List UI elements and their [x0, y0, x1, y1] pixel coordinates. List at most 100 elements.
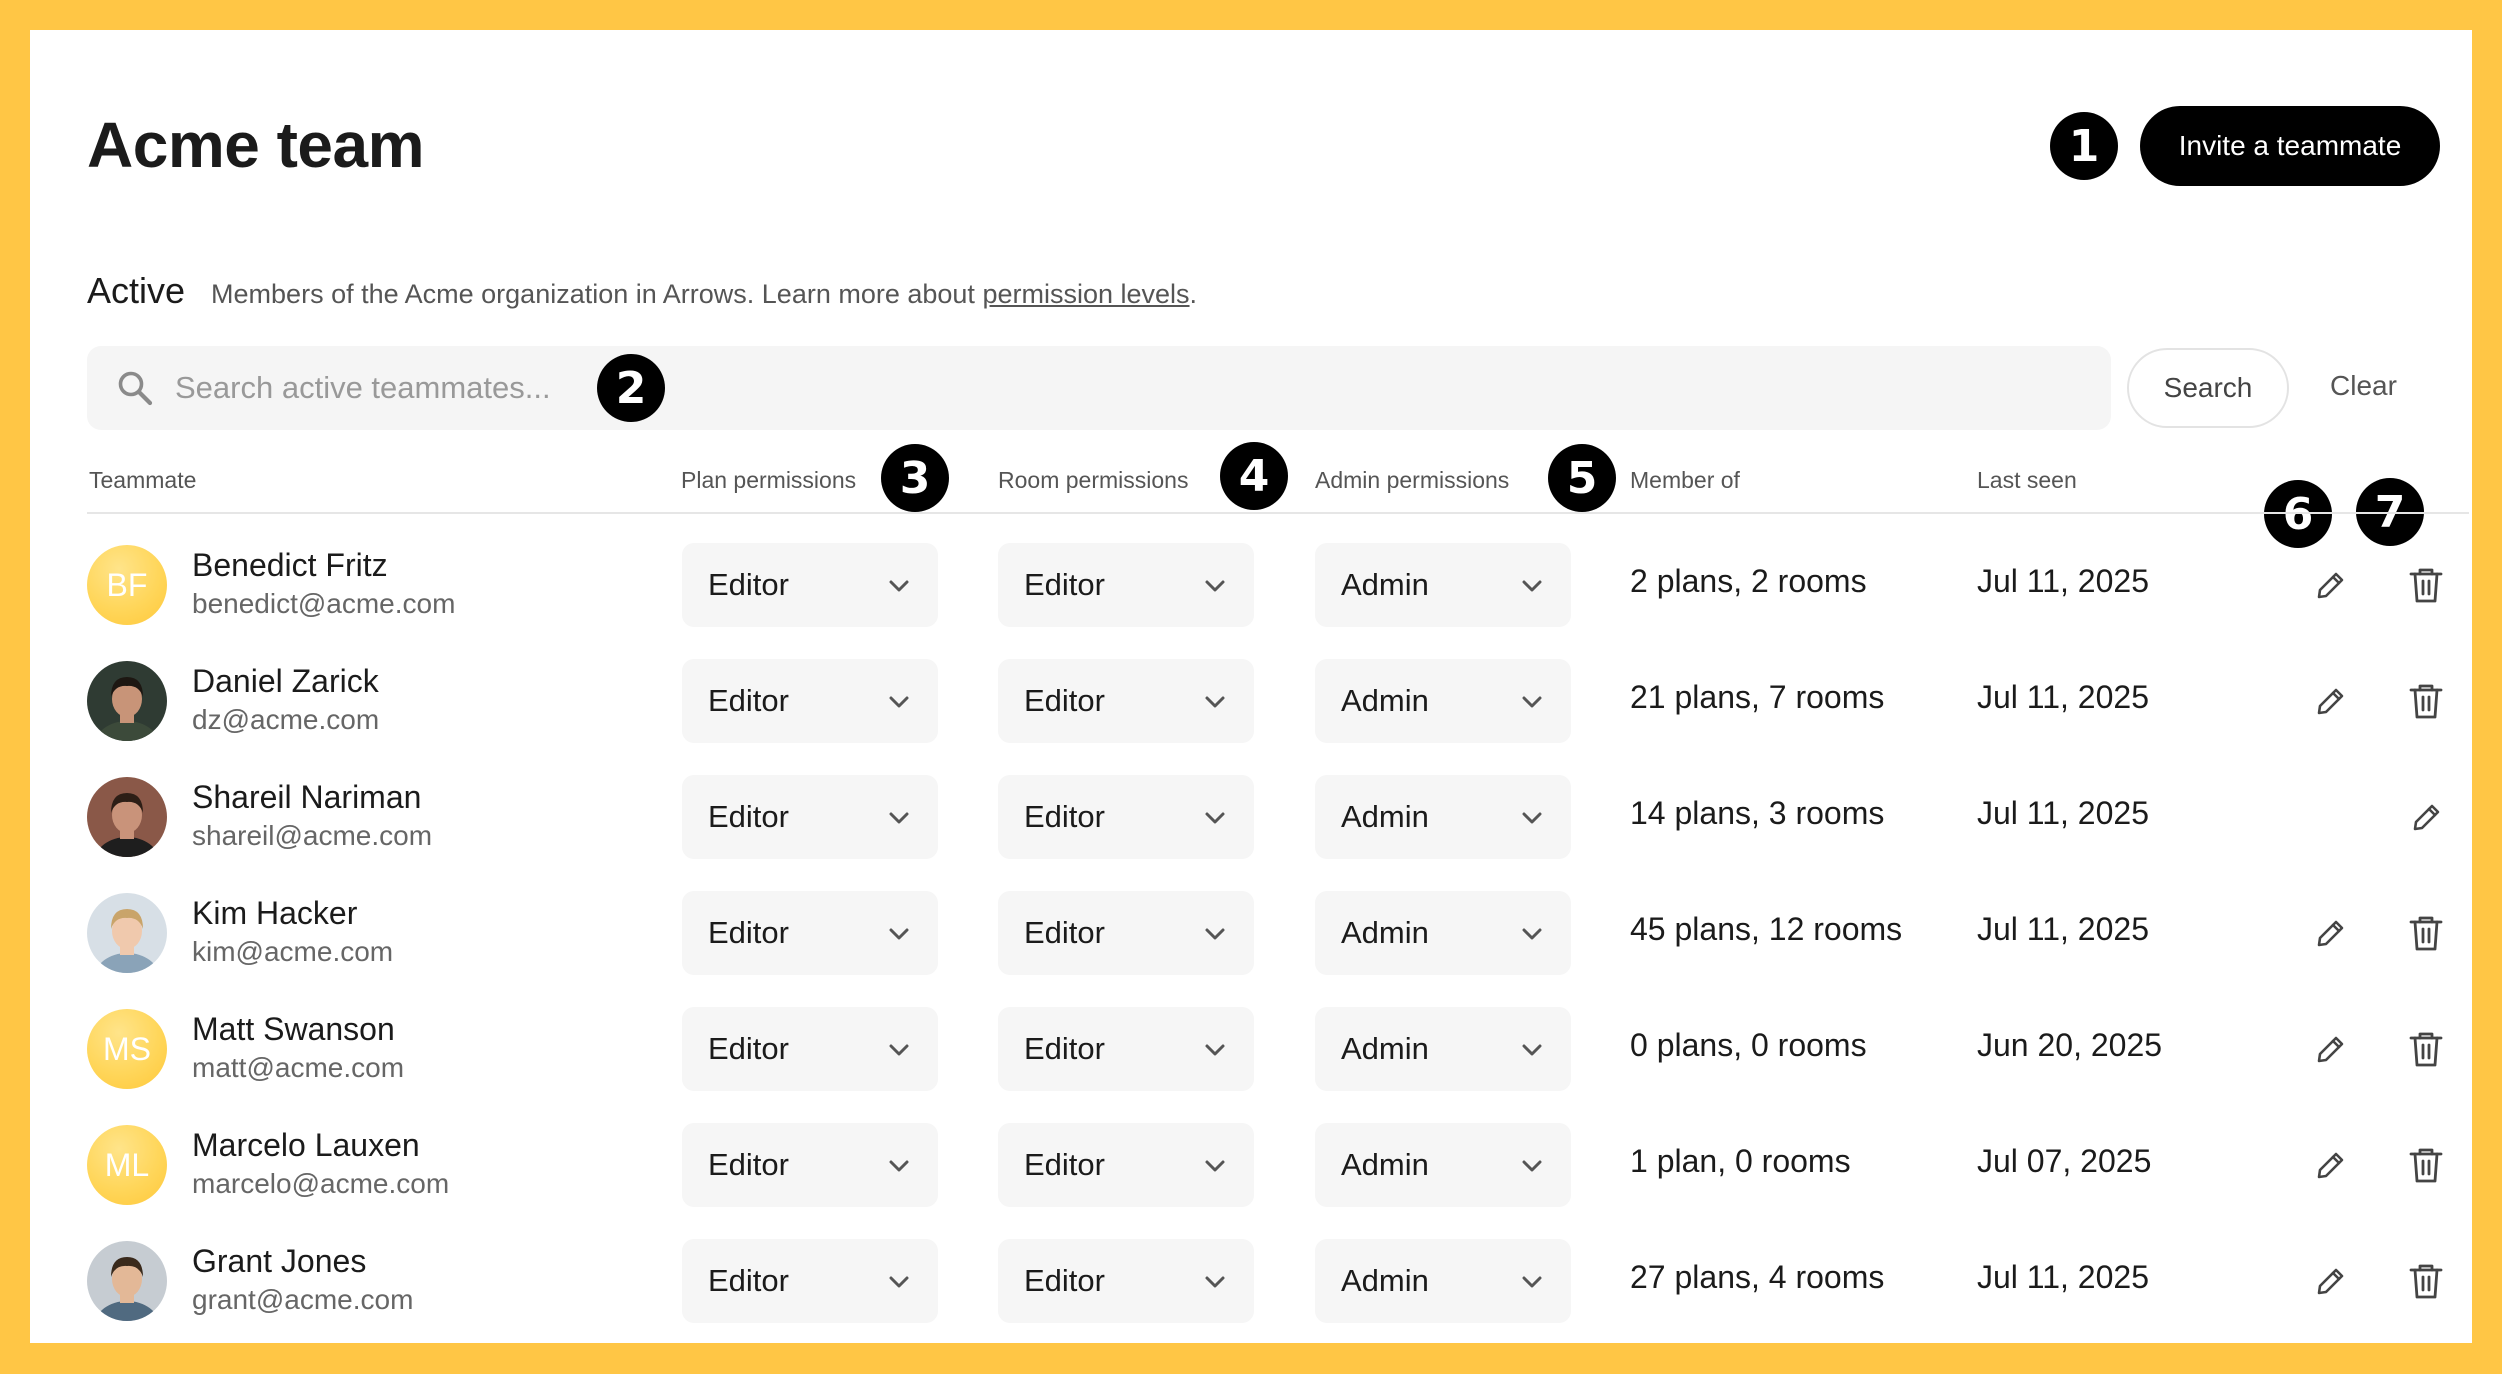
admin-permission-select[interactable]: Admin: [1315, 1007, 1571, 1091]
callout-badge-3: 3: [881, 444, 949, 512]
chevron-down-icon: [1202, 805, 1228, 831]
chevron-down-icon: [1519, 921, 1545, 947]
pencil-icon: [2314, 916, 2348, 950]
chevron-down-icon: [886, 1153, 912, 1179]
edit-button[interactable]: [2407, 797, 2447, 837]
delete-button[interactable]: [2406, 1261, 2446, 1301]
delete-button[interactable]: [2406, 913, 2446, 953]
table-row: Shareil Nariman shareil@acme.com Editor Edi…: [30, 759, 2472, 875]
plan-permission-select[interactable]: Editor: [682, 1007, 938, 1091]
plan-permission-select[interactable]: Editor: [682, 891, 938, 975]
chevron-down-icon: [1519, 805, 1545, 831]
trash-icon: [2407, 1261, 2445, 1301]
admin-permission-select-value: Admin: [1341, 683, 1429, 718]
column-header-last-seen: Last seen: [1977, 467, 2077, 493]
search-button[interactable]: Search: [2127, 348, 2289, 428]
avatar: BF: [87, 545, 167, 625]
edit-button[interactable]: [2311, 1261, 2351, 1301]
room-permission-select[interactable]: Editor: [998, 1123, 1254, 1207]
edit-button[interactable]: [2311, 913, 2351, 953]
column-header-member-of: Member of: [1630, 467, 1740, 493]
edit-button[interactable]: [2311, 1029, 2351, 1069]
room-permission-select-value: Editor: [1024, 799, 1105, 834]
page-title: Acme team: [87, 109, 425, 181]
admin-permission-select-value: Admin: [1341, 915, 1429, 950]
edit-button[interactable]: [2311, 565, 2351, 605]
chevron-down-icon: [1202, 1153, 1228, 1179]
last-seen: Jul 11, 2025: [1977, 1259, 2149, 1295]
invite-teammate-button[interactable]: Invite a teammate: [2140, 106, 2440, 186]
clear-button[interactable]: Clear: [2330, 370, 2397, 402]
edit-button[interactable]: [2311, 1145, 2351, 1185]
trash-icon: [2407, 913, 2445, 953]
delete-button[interactable]: [2406, 565, 2446, 605]
section-description: Members of the Acme organization in Arro…: [211, 279, 1197, 310]
chevron-down-icon: [1519, 689, 1545, 715]
admin-permission-select-value: Admin: [1341, 799, 1429, 834]
chevron-down-icon: [1519, 1153, 1545, 1179]
room-permission-select[interactable]: Editor: [998, 775, 1254, 859]
avatar: [87, 893, 167, 973]
avatar-initials: ML: [104, 1146, 150, 1183]
room-permission-select-value: Editor: [1024, 915, 1105, 950]
room-permission-select[interactable]: Editor: [998, 891, 1254, 975]
room-permission-select[interactable]: Editor: [998, 1239, 1254, 1323]
plan-permission-select[interactable]: Editor: [682, 659, 938, 743]
plan-permission-select[interactable]: Editor: [682, 775, 938, 859]
edit-button[interactable]: [2311, 681, 2351, 721]
admin-permission-select[interactable]: Admin: [1315, 659, 1571, 743]
table-row: Grant Jones grant@acme.com Editor Editor Adm…: [30, 1223, 2472, 1339]
admin-permission-select[interactable]: Admin: [1315, 1123, 1571, 1207]
last-seen: Jul 11, 2025: [1977, 563, 2149, 599]
room-permission-select[interactable]: Editor: [998, 659, 1254, 743]
plan-permission-select[interactable]: Editor: [682, 1123, 938, 1207]
chevron-down-icon: [886, 689, 912, 715]
room-permission-select[interactable]: Editor: [998, 1007, 1254, 1091]
last-seen: Jul 11, 2025: [1977, 795, 2149, 831]
chevron-down-icon: [886, 1037, 912, 1063]
trash-icon: [2407, 1029, 2445, 1069]
room-permission-select-value: Editor: [1024, 567, 1105, 602]
admin-permission-select[interactable]: Admin: [1315, 775, 1571, 859]
section-description-text: Members of the Acme organization in Arro…: [211, 279, 975, 309]
avatar: [87, 1241, 167, 1321]
delete-button[interactable]: [2406, 1145, 2446, 1185]
chevron-down-icon: [886, 573, 912, 599]
chevron-down-icon: [1202, 573, 1228, 599]
chevron-down-icon: [1202, 1037, 1228, 1063]
teammate-email: dz@acme.com: [192, 704, 380, 735]
avatar: ML: [87, 1125, 167, 1205]
delete-button[interactable]: [2406, 1029, 2446, 1069]
search-input[interactable]: [175, 370, 775, 406]
teammate-name: Kim Hacker: [192, 895, 358, 931]
callout-badge-2: 2: [597, 354, 665, 422]
avatar-initials: BF: [106, 566, 148, 603]
admin-permission-select[interactable]: Admin: [1315, 891, 1571, 975]
plan-permission-select-value: Editor: [708, 799, 789, 834]
room-permission-select[interactable]: Editor: [998, 543, 1254, 627]
permission-levels-link[interactable]: permission levels: [982, 279, 1189, 309]
teammate-name: Marcelo Lauxen: [192, 1127, 420, 1163]
search-bar[interactable]: [87, 346, 2111, 430]
team-panel: Acme team 1 Invite a teammate Active Mem…: [30, 30, 2472, 1343]
plan-permission-select[interactable]: Editor: [682, 1239, 938, 1323]
callout-badge-5: 5: [1548, 444, 1616, 512]
plan-permission-select-value: Editor: [708, 567, 789, 602]
table-row: ML Marcelo Lauxen marcelo@acme.com Editor Ed…: [30, 1107, 2472, 1223]
admin-permission-select[interactable]: Admin: [1315, 543, 1571, 627]
room-permission-select-value: Editor: [1024, 1031, 1105, 1066]
teammate-name: Shareil Nariman: [192, 779, 422, 815]
callout-badge-1: 1: [2050, 112, 2118, 180]
room-permission-select-value: Editor: [1024, 1147, 1105, 1182]
avatar: MS: [87, 1009, 167, 1089]
column-header-plan-permissions: Plan permissions: [681, 467, 857, 493]
last-seen: Jul 07, 2025: [1977, 1143, 2152, 1179]
chevron-down-icon: [886, 805, 912, 831]
plan-permission-select[interactable]: Editor: [682, 543, 938, 627]
plan-permission-select-value: Editor: [708, 915, 789, 950]
admin-permission-select[interactable]: Admin: [1315, 1239, 1571, 1323]
teammate-name: Daniel Zarick: [192, 663, 379, 699]
column-header-teammate: Teammate: [89, 467, 197, 493]
delete-button[interactable]: [2406, 681, 2446, 721]
trash-icon: [2407, 565, 2445, 605]
